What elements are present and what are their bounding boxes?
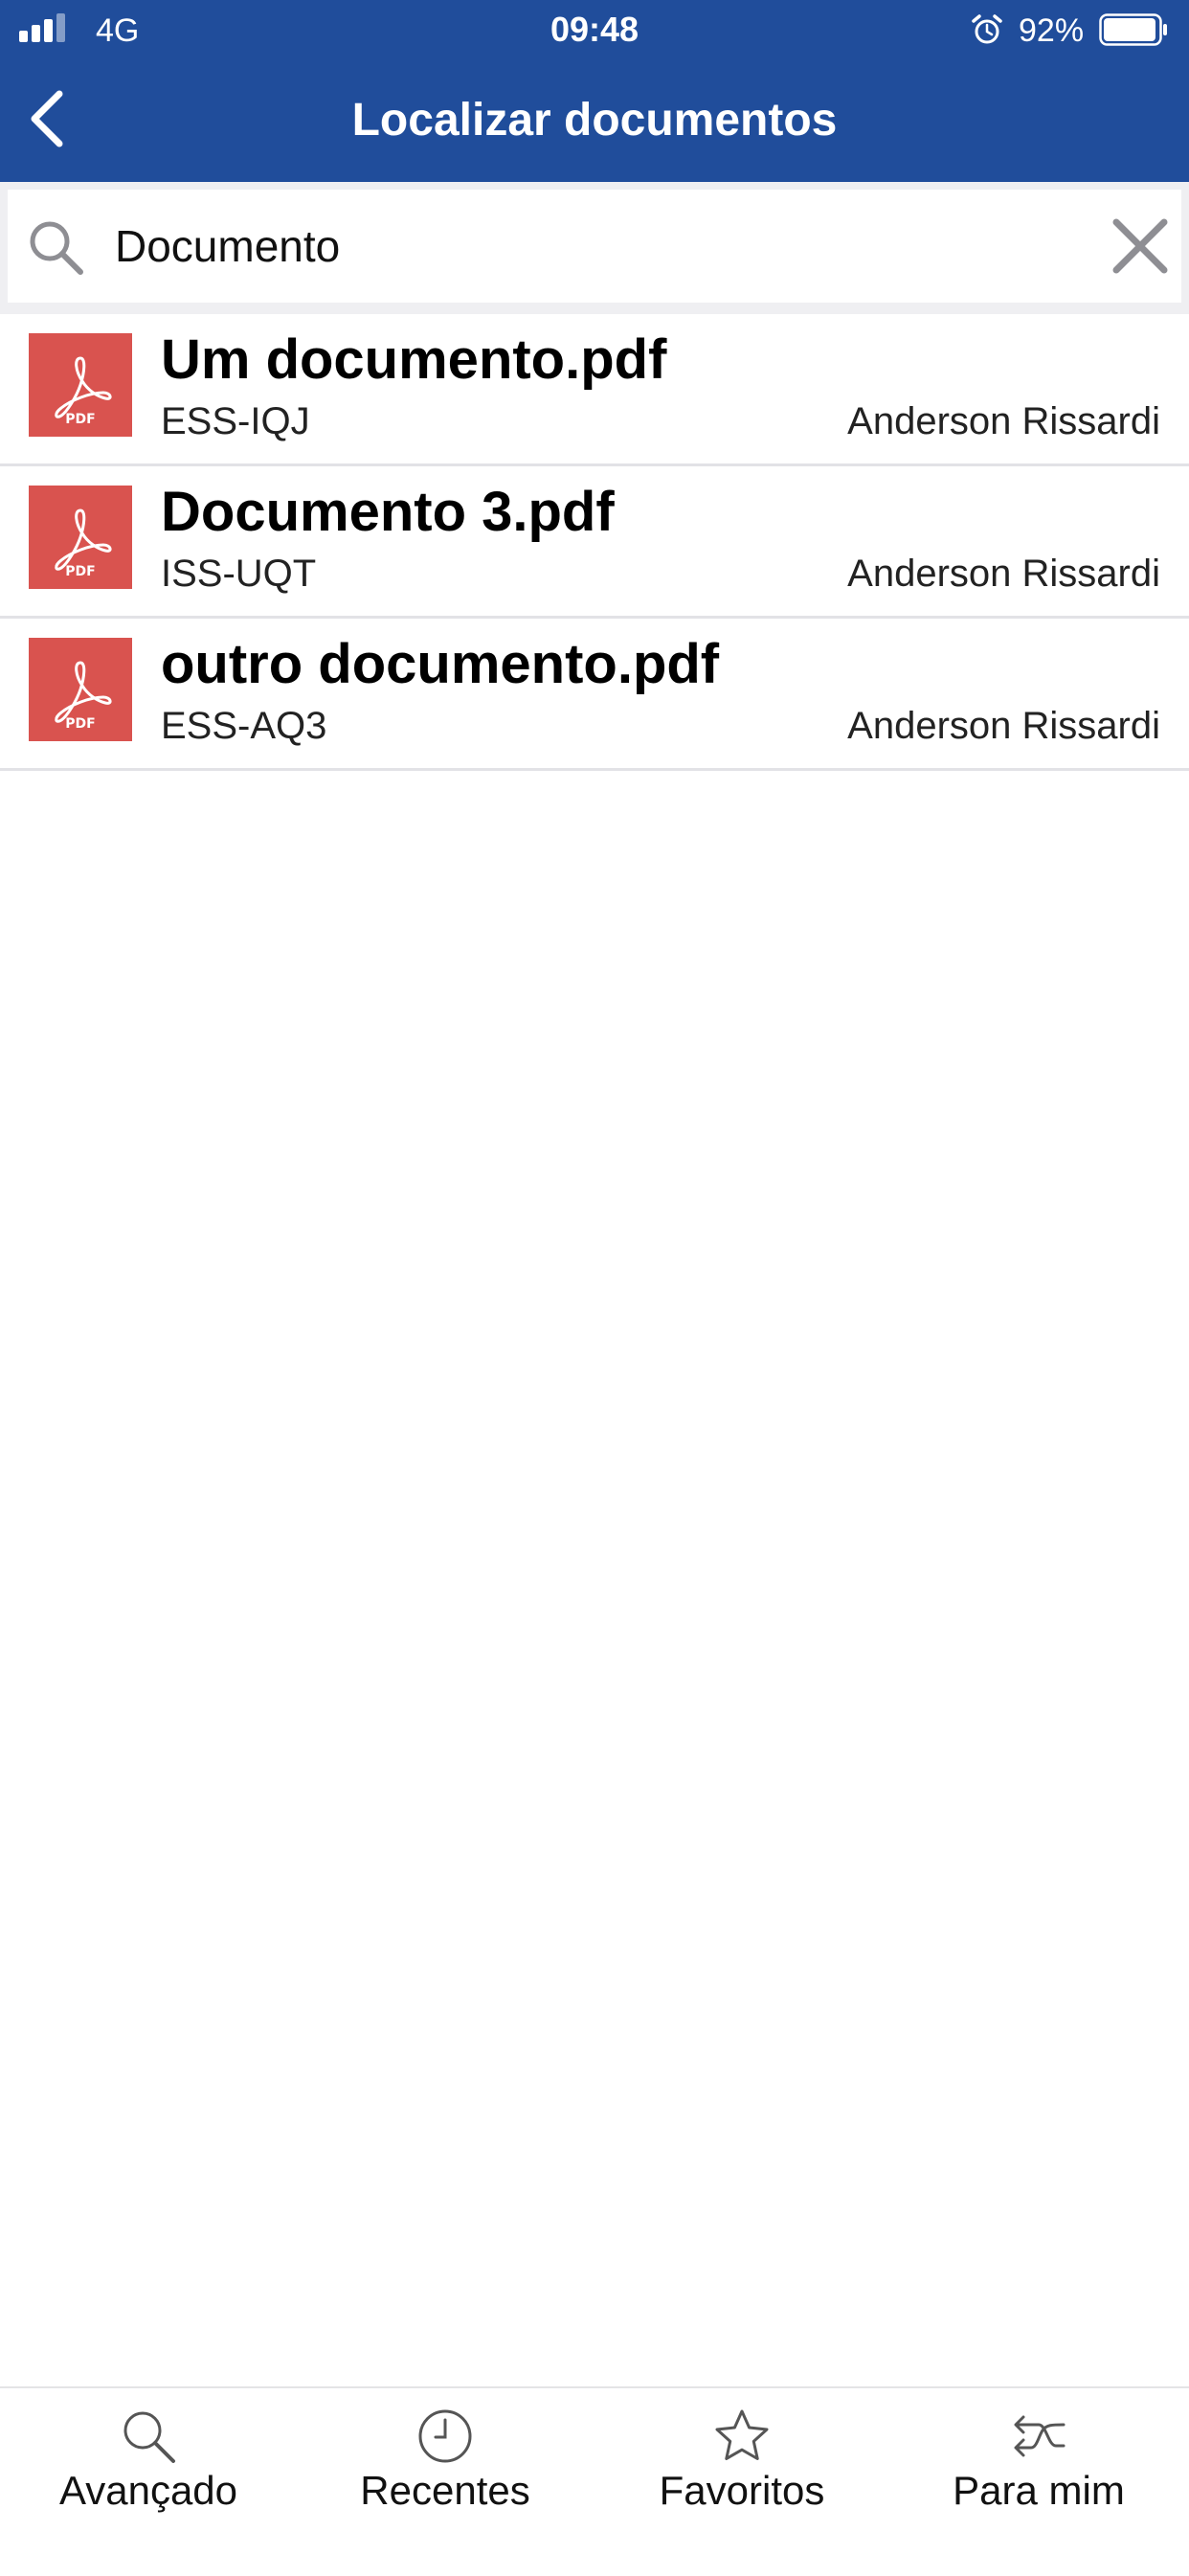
clear-search-button[interactable] bbox=[1107, 213, 1174, 280]
page-title: Localizar documentos bbox=[351, 95, 838, 146]
navigation-bar: Localizar documentos bbox=[0, 59, 1189, 182]
tab-label: Para mim bbox=[953, 2468, 1125, 2513]
battery-icon bbox=[1099, 13, 1167, 46]
pdf-file-icon: PDF bbox=[29, 333, 132, 437]
back-button[interactable] bbox=[10, 80, 86, 157]
tab-avancado[interactable]: Avançado bbox=[0, 2388, 297, 2542]
result-row[interactable]: PDF outro documento.pdf ESS-AQ3 Anderson… bbox=[0, 619, 1189, 771]
document-code: ISS-UQT bbox=[161, 553, 317, 595]
document-name: Documento 3.pdf bbox=[161, 481, 615, 543]
svg-text:PDF: PDF bbox=[65, 412, 95, 427]
search-bar bbox=[0, 182, 1189, 314]
document-author: Anderson Rissardi bbox=[847, 553, 1160, 595]
tab-favoritos[interactable]: Favoritos bbox=[594, 2388, 890, 2542]
result-row[interactable]: PDF Um documento.pdf ESS-IQJ Anderson Ri… bbox=[0, 314, 1189, 466]
alarm-icon bbox=[972, 14, 1002, 44]
battery-percent: 92% bbox=[1019, 12, 1085, 49]
tab-label: Favoritos bbox=[659, 2468, 825, 2513]
search-box bbox=[8, 190, 1181, 303]
tab-label: Recentes bbox=[360, 2468, 530, 2513]
svg-text:PDF: PDF bbox=[65, 564, 95, 579]
status-bar: 4G 09:48 92% bbox=[0, 0, 1189, 59]
chevron-left-icon bbox=[31, 90, 63, 147]
document-name: Um documento.pdf bbox=[161, 328, 667, 391]
star-icon bbox=[715, 2409, 769, 2460]
pdf-file-icon: PDF bbox=[29, 486, 132, 589]
app-header: 4G 09:48 92% Localizar documentos bbox=[0, 0, 1189, 182]
bottom-tab-bar: Avançado Recentes Favoritos Para mim bbox=[0, 2386, 1189, 2576]
svg-text:PDF: PDF bbox=[65, 716, 95, 732]
document-code: ESS-IQJ bbox=[161, 400, 310, 442]
tab-label: Avançado bbox=[58, 2468, 238, 2513]
tab-para-mim[interactable]: Para mim bbox=[890, 2388, 1187, 2542]
document-name: outro documento.pdf bbox=[161, 633, 720, 695]
results-list: PDF Um documento.pdf ESS-IQJ Anderson Ri… bbox=[0, 314, 1189, 771]
result-row[interactable]: PDF Documento 3.pdf ISS-UQT Anderson Ris… bbox=[0, 466, 1189, 619]
document-code: ESS-AQ3 bbox=[161, 705, 327, 747]
tab-recentes[interactable]: Recentes bbox=[297, 2388, 594, 2542]
close-icon bbox=[1112, 218, 1168, 274]
status-time: 09:48 bbox=[550, 10, 639, 49]
search-input[interactable] bbox=[115, 209, 1072, 283]
search-icon bbox=[30, 221, 83, 275]
pdf-file-icon: PDF bbox=[29, 638, 132, 741]
share-arrows-icon bbox=[1014, 2415, 1066, 2457]
clock-icon bbox=[418, 2409, 472, 2463]
search-icon bbox=[123, 2411, 175, 2463]
document-author: Anderson Rissardi bbox=[847, 705, 1160, 747]
document-author: Anderson Rissardi bbox=[847, 400, 1160, 442]
